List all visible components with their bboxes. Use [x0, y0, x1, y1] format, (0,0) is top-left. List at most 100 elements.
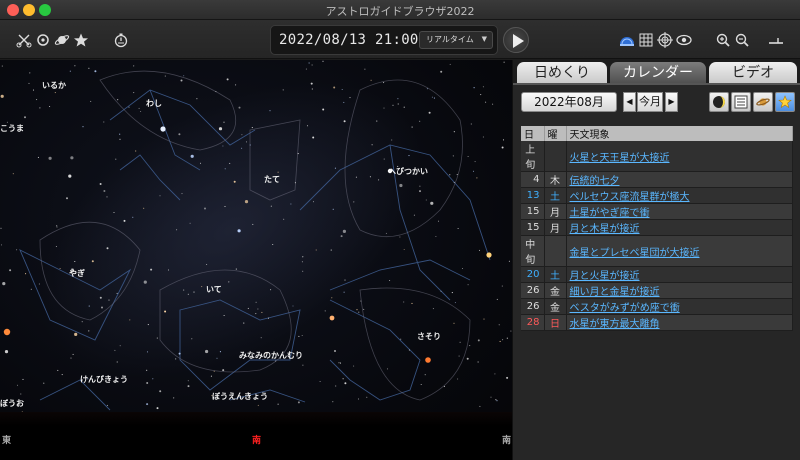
- event-row[interactable]: 上旬 火星と天王星が大接近: [521, 141, 793, 172]
- star: [383, 107, 385, 109]
- scissors-icon[interactable]: [16, 32, 32, 48]
- moon-filter-button[interactable]: [709, 92, 729, 112]
- event-cell: ペルセウス座流星群が極大: [566, 187, 793, 204]
- planet-icon[interactable]: [54, 32, 70, 48]
- constellation-label[interactable]: へびつかい: [388, 166, 428, 177]
- event-row[interactable]: 26 金細い月と金星が接近: [521, 282, 793, 299]
- event-row[interactable]: 15 月月と木星が接近: [521, 219, 793, 236]
- constellation-label[interactable]: わし: [146, 98, 162, 109]
- event-row[interactable]: 28 日水星が東方最大離角: [521, 314, 793, 331]
- star: [457, 227, 459, 230]
- event-link[interactable]: ペルセウス座流星群が極大: [570, 192, 690, 203]
- constellation-label[interactable]: いて: [206, 284, 222, 295]
- constellation-label[interactable]: たて: [264, 174, 280, 185]
- event-weekday: 金: [544, 282, 567, 299]
- star: [213, 370, 215, 372]
- constellation-label[interactable]: みなみのかんむり: [239, 350, 303, 361]
- event-row[interactable]: 20 土月と火星が接近: [521, 266, 793, 283]
- event-link[interactable]: 金星とプレセペ星団が大接近: [570, 248, 700, 259]
- constellation-label[interactable]: けんびきょう: [80, 374, 128, 385]
- constellation-label[interactable]: ぼうお: [0, 398, 24, 409]
- star: [428, 111, 431, 114]
- event-link[interactable]: 伝統的七夕: [570, 176, 620, 187]
- grid-icon[interactable]: [638, 32, 654, 48]
- event-link[interactable]: ベスタがみずがめ座で衝: [570, 303, 680, 314]
- zoom-in-icon[interactable]: [715, 32, 731, 48]
- event-link[interactable]: 月と木星が接近: [570, 224, 640, 235]
- event-row[interactable]: 26 金ベスタがみずがめ座で衝: [521, 298, 793, 315]
- star: [298, 335, 300, 337]
- event-link[interactable]: 土星がやぎ座で衝: [570, 208, 650, 219]
- star: [282, 89, 284, 91]
- star: [270, 289, 272, 291]
- star: [223, 121, 225, 123]
- event-link[interactable]: 細い月と金星が接近: [570, 287, 660, 298]
- star: [502, 139, 505, 141]
- constellation-label[interactable]: いるか: [42, 80, 66, 91]
- star: [243, 322, 245, 324]
- bright-star[interactable]: [3, 328, 11, 336]
- star: [101, 306, 103, 309]
- direction-south: 南: [252, 436, 262, 446]
- event-row[interactable]: 15 月土星がやぎ座で衝: [521, 203, 793, 220]
- play-button[interactable]: [503, 27, 529, 53]
- star: [376, 120, 378, 122]
- tab-daily[interactable]: 日めくり: [517, 62, 607, 84]
- constellation-label[interactable]: やぎ: [69, 268, 85, 279]
- prev-month-button[interactable]: ◀: [623, 92, 636, 112]
- tab-calendar[interactable]: カレンダー: [610, 62, 706, 84]
- constellation-label[interactable]: こうま: [0, 123, 24, 134]
- direction-south-right: 南: [502, 436, 512, 446]
- star: [82, 126, 84, 128]
- event-link[interactable]: 火星と天王星が大接近: [570, 153, 670, 164]
- event-day: 26: [521, 282, 545, 299]
- timer-icon[interactable]: [113, 32, 129, 48]
- constellation-label[interactable]: さそり: [417, 331, 441, 342]
- bright-star[interactable]: [329, 315, 335, 321]
- next-month-button[interactable]: ▶: [665, 92, 678, 112]
- bright-star[interactable]: [486, 252, 492, 258]
- sky-view[interactable]: いるか わし たて へびつかい やぎ いて みなみのかんむり けんびきょう ぼう…: [0, 60, 512, 460]
- horizon-icon[interactable]: [768, 32, 784, 48]
- event-row[interactable]: 中旬 金星とプレセペ星団が大接近: [521, 235, 793, 267]
- tab-video[interactable]: ビデオ: [709, 62, 797, 84]
- star-icon[interactable]: [73, 32, 89, 48]
- star: [338, 362, 340, 364]
- zoom-out-icon[interactable]: [734, 32, 750, 48]
- star: [147, 324, 149, 326]
- list-filter-button[interactable]: [731, 92, 751, 112]
- star: [12, 173, 14, 175]
- bright-star[interactable]: [160, 126, 166, 132]
- star: [74, 332, 78, 336]
- star: [187, 385, 190, 388]
- this-month-button[interactable]: 今月: [637, 92, 663, 112]
- star: [146, 351, 149, 353]
- event-link[interactable]: 水星が東方最大離角: [570, 319, 660, 330]
- star: [269, 110, 271, 112]
- star: [91, 260, 94, 263]
- star: [453, 322, 455, 324]
- bright-star[interactable]: [425, 357, 431, 363]
- star: [302, 270, 304, 272]
- event-link[interactable]: 月と火星が接近: [570, 271, 640, 282]
- planet-filter-button[interactable]: [753, 92, 773, 112]
- month-display[interactable]: 2022年08月: [521, 92, 617, 112]
- event-row[interactable]: 4 木伝統的七夕: [521, 171, 793, 188]
- star-filter-button[interactable]: [775, 92, 795, 112]
- galaxy-icon[interactable]: [35, 32, 51, 48]
- time-mode-select[interactable]: リアルタイム ▼: [419, 31, 493, 49]
- event-cell: 月と木星が接近: [566, 219, 793, 236]
- crosshair-icon[interactable]: [657, 32, 673, 48]
- constellation-icon[interactable]: [676, 32, 692, 48]
- star: [133, 65, 135, 67]
- dome-icon[interactable]: [619, 32, 635, 48]
- constellation-label[interactable]: ぼうえんきょう: [212, 391, 268, 402]
- star: [257, 308, 259, 310]
- event-row[interactable]: 13 土ペルセウス座流星群が極大: [521, 187, 793, 204]
- star: [66, 197, 68, 200]
- star: [474, 161, 476, 163]
- star: [322, 108, 325, 111]
- star: [305, 68, 307, 70]
- star: [56, 226, 58, 228]
- datetime-display[interactable]: 2022/08/13 21:00:00 リアルタイム ▼: [270, 25, 498, 55]
